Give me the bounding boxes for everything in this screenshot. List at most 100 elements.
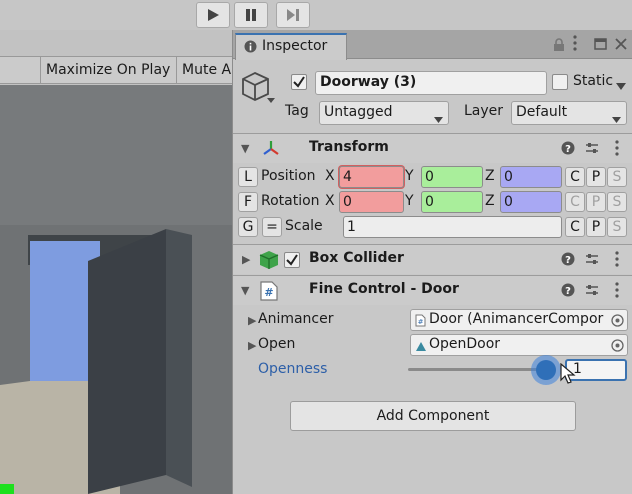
more-options-icon[interactable]	[573, 35, 577, 55]
rotation-label: Rotation	[261, 193, 320, 209]
transform-title: Transform	[309, 139, 389, 155]
active-checkbox[interactable]	[291, 74, 307, 90]
step-button[interactable]	[276, 2, 310, 28]
tag-value: Untagged	[324, 104, 393, 120]
box-collider-title: Box Collider	[309, 250, 404, 266]
close-icon[interactable]	[615, 38, 627, 54]
static-checkbox[interactable]	[552, 74, 568, 90]
position-reset-button[interactable]: S	[607, 167, 627, 187]
fold-arrow-icon[interactable]: ▶	[248, 339, 256, 352]
openness-slider-track[interactable]	[408, 368, 556, 371]
pause-button[interactable]	[234, 2, 268, 28]
position-label: Position	[261, 168, 316, 184]
axis-x-label: X	[325, 168, 335, 184]
scale-copy-button[interactable]: C	[565, 217, 585, 237]
box-collider-enabled-checkbox[interactable]	[284, 252, 300, 268]
box-collider-icon	[259, 250, 279, 274]
tag-dropdown[interactable]: Untagged	[319, 101, 449, 125]
play-icon	[208, 9, 219, 21]
mute-audio-toggle[interactable]: Mute A	[176, 57, 236, 83]
uniform-scale-toggle-button[interactable]: =	[262, 217, 282, 237]
inspector-tab-bar: Inspector	[233, 30, 632, 60]
inspector-panel: Inspector Doorway (3) Static Tag Untagge…	[232, 30, 632, 494]
fold-arrow-icon[interactable]: ▶	[242, 253, 250, 266]
transform-axes-icon	[261, 139, 281, 163]
rotation-y-field[interactable]: 0	[421, 191, 483, 213]
global-toggle-button[interactable]: G	[238, 217, 258, 237]
box-collider-header[interactable]: ▶ Box Collider ?	[233, 244, 632, 274]
axis-x-label: X	[325, 193, 335, 209]
svg-text:?: ?	[565, 144, 571, 155]
openness-slider-knob[interactable]	[536, 360, 556, 380]
animancer-value: Door (AnimancerCompor	[429, 311, 604, 327]
svg-text:#: #	[418, 318, 424, 326]
more-options-icon[interactable]	[615, 251, 619, 271]
maximize-icon[interactable]	[594, 38, 607, 54]
fine-control-title: Fine Control - Door	[309, 281, 459, 297]
svg-text:#: #	[264, 286, 273, 299]
scale-paste-button[interactable]: P	[586, 217, 606, 237]
add-component-button[interactable]: Add Component	[290, 401, 576, 431]
layer-dropdown[interactable]: Default	[511, 101, 627, 125]
preset-icon[interactable]	[585, 252, 599, 270]
fine-control-header[interactable]: ▼ # Fine Control - Door ?	[233, 275, 632, 305]
rotation-paste-button[interactable]: P	[586, 192, 606, 212]
fold-arrow-icon[interactable]: ▶	[248, 314, 256, 327]
step-icon	[287, 9, 299, 21]
position-z-field[interactable]: 0	[500, 166, 562, 188]
scale-reset-button[interactable]: S	[607, 217, 627, 237]
script-icon: #	[260, 281, 278, 305]
help-icon[interactable]: ?	[561, 283, 575, 301]
preset-icon[interactable]	[585, 141, 599, 159]
gameobject-cube-icon[interactable]	[241, 70, 277, 110]
scale-field[interactable]: 1	[343, 216, 562, 238]
rotation-copy-button[interactable]: C	[565, 192, 585, 212]
rotation-reset-button[interactable]: S	[607, 192, 627, 212]
scene-render	[0, 85, 232, 494]
inspector-tab-label: Inspector	[262, 38, 328, 54]
more-options-icon[interactable]	[615, 140, 619, 160]
static-dropdown-arrow-icon[interactable]	[616, 78, 626, 94]
layer-label: Layer	[464, 103, 504, 119]
preset-icon[interactable]	[585, 283, 599, 301]
help-icon[interactable]: ?	[561, 252, 575, 270]
scale-label: Scale	[285, 218, 323, 234]
open-clip-field[interactable]: OpenDoor	[410, 334, 628, 356]
toolbar	[0, 0, 632, 30]
axis-z-label: Z	[485, 168, 495, 184]
maximize-on-play-toggle[interactable]: Maximize On Play	[40, 57, 175, 83]
axis-y-label: Y	[405, 193, 414, 209]
help-icon[interactable]: ?	[561, 141, 575, 159]
local-toggle-button[interactable]: L	[238, 167, 258, 187]
position-paste-button[interactable]: P	[586, 167, 606, 187]
object-picker-icon[interactable]	[611, 339, 624, 355]
info-icon	[244, 40, 257, 57]
object-picker-icon[interactable]	[611, 314, 624, 330]
chevron-down-icon	[434, 111, 443, 127]
transform-header[interactable]: ▼ Transform ?	[233, 133, 632, 163]
lock-icon[interactable]	[553, 38, 565, 55]
game-view[interactable]	[0, 85, 232, 494]
position-copy-button[interactable]: C	[565, 167, 585, 187]
open-label: Open	[258, 336, 296, 352]
fold-arrow-icon[interactable]: ▼	[241, 284, 249, 297]
game-view-toolbar: Maximize On Play Mute A	[0, 56, 232, 84]
svg-text:?: ?	[565, 255, 571, 266]
object-name-field[interactable]: Doorway (3)	[315, 71, 547, 95]
openness-label: Openness	[258, 361, 328, 377]
free-rotation-toggle-button[interactable]: F	[238, 192, 258, 212]
rotation-x-field[interactable]: 0	[339, 191, 404, 213]
position-x-field[interactable]: 4	[339, 166, 404, 188]
fold-arrow-icon[interactable]: ▼	[241, 142, 249, 155]
object-name-text: Doorway (3)	[320, 74, 417, 90]
axis-z-label: Z	[485, 193, 495, 209]
play-button[interactable]	[196, 2, 230, 28]
inspector-tab[interactable]: Inspector	[235, 33, 347, 60]
position-y-field[interactable]: 0	[421, 166, 483, 188]
animation-clip-icon	[415, 340, 427, 355]
more-options-icon[interactable]	[615, 282, 619, 302]
static-label: Static	[573, 73, 614, 89]
rotation-z-field[interactable]: 0	[500, 191, 562, 213]
animancer-label: Animancer	[258, 311, 334, 327]
animancer-object-field[interactable]: # Door (AnimancerCompor	[410, 309, 628, 331]
